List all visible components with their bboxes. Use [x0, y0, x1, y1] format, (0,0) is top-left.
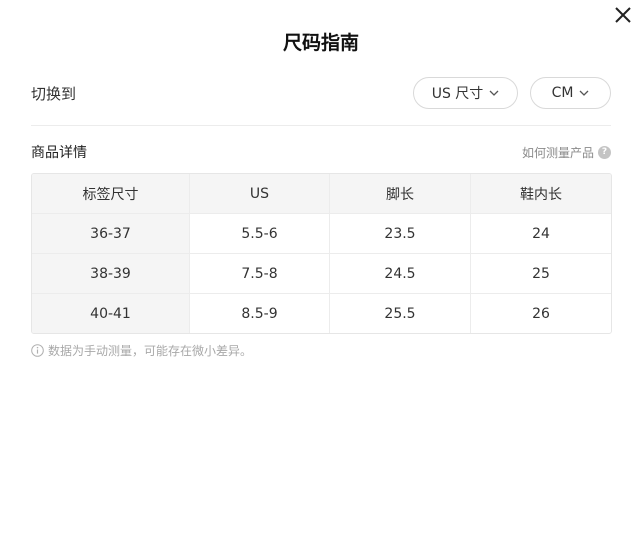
table-cell: 25.5: [329, 294, 470, 333]
table-cell: 26: [470, 294, 611, 333]
table-cell: 40-41: [32, 294, 189, 333]
chevron-down-icon: [579, 90, 589, 96]
table-cell: 8.5-9: [189, 294, 329, 333]
table-row: 40-41 8.5-9 25.5 26: [32, 293, 611, 333]
table-header-row: 标签尺寸 US 脚长 鞋内长: [32, 174, 611, 213]
chevron-down-icon: [489, 90, 499, 96]
divider: [31, 125, 611, 126]
column-header: 标签尺寸: [82, 186, 139, 203]
size-table: 标签尺寸 US 脚长 鞋内长 36-37 5.5-6 23.5 24 38-39…: [31, 173, 612, 334]
table-cell: 36-37: [32, 214, 189, 253]
table-cell: 23.5: [329, 214, 470, 253]
switch-label: 切换到: [31, 84, 77, 103]
how-to-measure-link[interactable]: 如何测量产品 ?: [522, 144, 611, 161]
unit-dropdown[interactable]: CM: [530, 77, 611, 109]
table-row: 36-37 5.5-6 23.5 24: [32, 213, 611, 253]
table-cell: 24: [470, 214, 611, 253]
column-header: US: [189, 174, 329, 213]
note-text: 数据为手动测量，可能存在微小差异。: [48, 344, 253, 358]
size-guide-dialog: 尺码指南 切换到 US 尺寸 CM 商品详情 如何测量产品 ? 标签尺寸 US …: [0, 0, 642, 545]
table-cell: 24.5: [329, 254, 470, 293]
measurement-note: 数据为手动测量，可能存在微小差异。: [31, 342, 252, 359]
table-cell: 25: [470, 254, 611, 293]
table-cell: 5.5-6: [189, 214, 329, 253]
column-header: 脚长: [329, 174, 470, 213]
info-icon: [31, 344, 44, 357]
size-system-value: US 尺寸: [431, 86, 484, 102]
question-icon: ?: [598, 145, 611, 159]
how-to-measure-label: 如何测量产品: [521, 145, 594, 160]
table-row: 38-39 7.5-8 24.5 25: [32, 253, 611, 293]
close-icon[interactable]: [612, 4, 634, 26]
dialog-title: 尺码指南: [282, 32, 359, 54]
unit-switch-row: 切换到 US 尺寸 CM: [31, 76, 611, 110]
table-cell: 38-39: [32, 254, 189, 293]
details-header: 商品详情 如何测量产品 ?: [31, 142, 611, 162]
column-header: 鞋内长: [470, 174, 611, 213]
table-cell: 7.5-8: [189, 254, 329, 293]
size-system-dropdown[interactable]: US 尺寸: [413, 77, 518, 109]
details-title: 商品详情: [31, 145, 87, 161]
unit-value: CM: [551, 85, 574, 101]
